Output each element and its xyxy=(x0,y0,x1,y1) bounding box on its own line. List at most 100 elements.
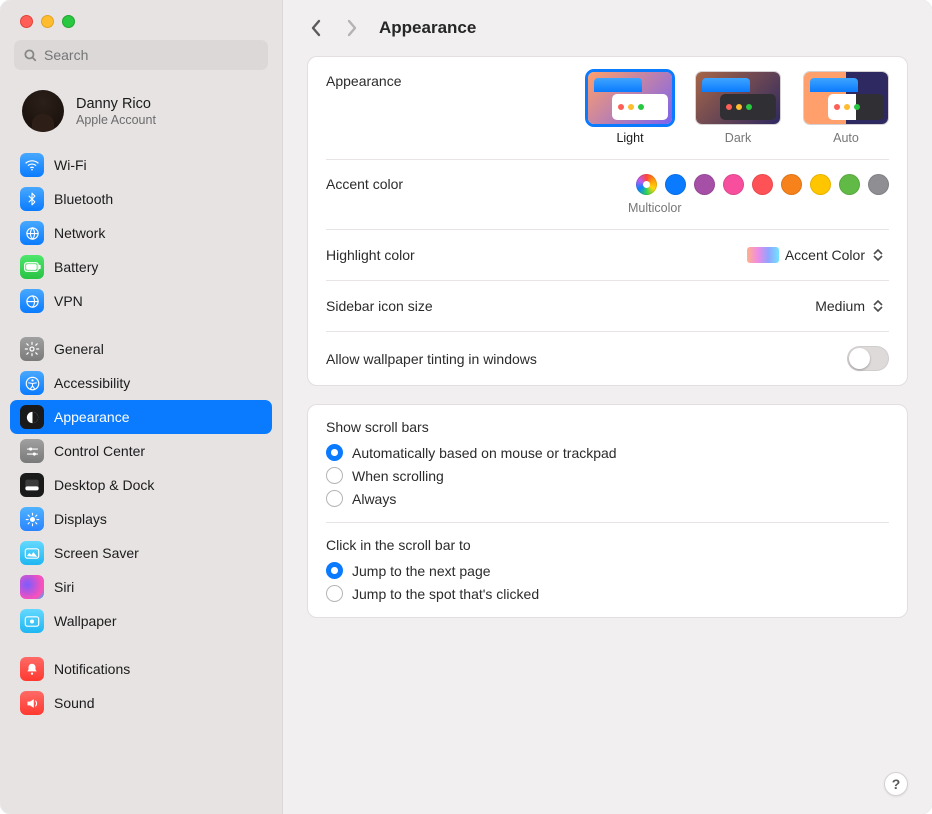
sidebar-item-vpn[interactable]: VPN xyxy=(10,284,272,318)
wallpaper-tint-toggle[interactable] xyxy=(847,346,889,371)
displays-icon xyxy=(20,507,44,531)
sidebar-item-label: Wi-Fi xyxy=(54,157,87,174)
sidebar-item-label: Desktop & Dock xyxy=(54,477,154,494)
appearance-mode-light[interactable]: Light xyxy=(587,71,673,145)
page-title: Appearance xyxy=(379,18,476,38)
account-row[interactable]: Danny Rico Apple Account xyxy=(0,80,282,148)
appearance-thumb-auto xyxy=(803,71,889,125)
siri-icon xyxy=(20,575,44,599)
screen-saver-icon xyxy=(20,541,44,565)
radio-label: When scrolling xyxy=(352,468,444,484)
accent-color-green[interactable] xyxy=(839,174,860,195)
bluetooth-icon xyxy=(20,187,44,211)
content: Appearance Appearance Light Dark Auto Acce… xyxy=(283,0,932,814)
accent-color-pink[interactable] xyxy=(723,174,744,195)
fullscreen-button[interactable] xyxy=(62,15,75,28)
appearance-mode-label: Light xyxy=(616,131,643,145)
sidebar-item-control-center[interactable]: Control Center xyxy=(10,434,272,468)
search-input[interactable] xyxy=(14,40,268,70)
radio-icon xyxy=(326,444,343,461)
sidebar-item-general[interactable]: General xyxy=(10,332,272,366)
account-sub: Apple Account xyxy=(76,113,156,127)
chevrons-icon xyxy=(871,246,885,264)
scroll-card: Show scroll bars Automatically based on … xyxy=(307,404,908,618)
appearance-mode-label: Auto xyxy=(833,131,859,145)
help-button[interactable]: ? xyxy=(884,772,908,796)
sidebar-item-label: Control Center xyxy=(54,443,145,460)
highlight-swatch-icon xyxy=(747,247,779,263)
sidebar-item-label: Notifications xyxy=(54,661,130,678)
sidebar-size-label: Sidebar icon size xyxy=(326,298,433,314)
toggle-knob xyxy=(849,348,870,369)
chevrons-icon xyxy=(871,297,885,315)
click-scroll-option-1[interactable]: Jump to the spot that's clicked xyxy=(326,582,889,605)
highlight-color-select[interactable]: Accent Color xyxy=(741,244,889,266)
wifi-icon xyxy=(20,153,44,177)
main-panel: Appearance Light Dark Auto Accent color Mu… xyxy=(283,56,932,814)
vpn-icon xyxy=(20,289,44,313)
appearance-mode-auto[interactable]: Auto xyxy=(803,71,889,145)
appearance-label: Appearance xyxy=(326,71,402,89)
accent-color-red[interactable] xyxy=(752,174,773,195)
accent-color-yellow[interactable] xyxy=(810,174,831,195)
account-name: Danny Rico xyxy=(76,96,156,112)
show-scroll-title: Show scroll bars xyxy=(326,405,889,441)
accent-color-purple[interactable] xyxy=(694,174,715,195)
accent-color-blue[interactable] xyxy=(665,174,686,195)
wallpaper-icon xyxy=(20,609,44,633)
click-scroll-option-0[interactable]: Jump to the next page xyxy=(326,559,889,582)
radio-icon xyxy=(326,467,343,484)
minimize-button[interactable] xyxy=(41,15,54,28)
general-icon xyxy=(20,337,44,361)
desktop-dock-icon xyxy=(20,473,44,497)
sidebar-item-label: Battery xyxy=(54,259,98,276)
sidebar-item-bluetooth[interactable]: Bluetooth xyxy=(10,182,272,216)
back-button[interactable] xyxy=(307,17,325,39)
sidebar-item-siri[interactable]: Siri xyxy=(10,570,272,604)
accent-color-multicolor[interactable] xyxy=(636,174,657,195)
sidebar-item-desktop-dock[interactable]: Desktop & Dock xyxy=(10,468,272,502)
close-button[interactable] xyxy=(20,15,33,28)
accent-color-name: Multicolor xyxy=(628,201,682,215)
show-scroll-option-2[interactable]: Always xyxy=(326,487,889,510)
sidebar-item-sound[interactable]: Sound xyxy=(10,686,272,720)
forward-button[interactable] xyxy=(343,17,361,39)
sidebar-item-displays[interactable]: Displays xyxy=(10,502,272,536)
accent-color-graphite[interactable] xyxy=(868,174,889,195)
sidebar-item-notifications[interactable]: Notifications xyxy=(10,652,272,686)
accessibility-icon xyxy=(20,371,44,395)
appearance-card: Appearance Light Dark Auto Accent color Mu… xyxy=(307,56,908,386)
appearance-modes: Light Dark Auto xyxy=(587,71,889,145)
settings-window: Danny Rico Apple Account Wi-FiBluetoothN… xyxy=(0,0,932,814)
accent-color-row xyxy=(636,174,889,195)
appearance-mode-dark[interactable]: Dark xyxy=(695,71,781,145)
click-scroll-title: Click in the scroll bar to xyxy=(326,523,889,559)
sidebar-item-wifi[interactable]: Wi-Fi xyxy=(10,148,272,182)
show-scroll-option-0[interactable]: Automatically based on mouse or trackpad xyxy=(326,441,889,464)
sidebar-size-select[interactable]: Medium xyxy=(809,295,889,317)
sidebar-item-accessibility[interactable]: Accessibility xyxy=(10,366,272,400)
sidebar-item-wallpaper[interactable]: Wallpaper xyxy=(10,604,272,638)
sidebar-item-label: VPN xyxy=(54,293,83,310)
radio-label: Always xyxy=(352,491,396,507)
sidebar-item-screen-saver[interactable]: Screen Saver xyxy=(10,536,272,570)
show-scroll-option-1[interactable]: When scrolling xyxy=(326,464,889,487)
radio-label: Jump to the spot that's clicked xyxy=(352,586,539,602)
accent-color-label: Accent color xyxy=(326,174,403,192)
sidebar-item-label: Appearance xyxy=(54,409,130,426)
appearance-mode-label: Dark xyxy=(725,131,751,145)
sidebar-nav: Wi-Fi BluetoothNetwork Battery VPN General Ac… xyxy=(0,148,282,814)
sidebar-item-appearance[interactable]: Appearance xyxy=(10,400,272,434)
sidebar-item-battery[interactable]: Battery xyxy=(10,250,272,284)
sidebar-item-label: General xyxy=(54,341,104,358)
appearance-thumb-dark xyxy=(695,71,781,125)
accent-color-orange[interactable] xyxy=(781,174,802,195)
wallpaper-tint-label: Allow wallpaper tinting in windows xyxy=(326,351,537,367)
sidebar-item-label: Siri xyxy=(54,579,74,596)
battery-icon xyxy=(20,255,44,279)
sidebar-item-network[interactable]: Network xyxy=(10,216,272,250)
sidebar-item-label: Displays xyxy=(54,511,107,528)
highlight-color-value: Accent Color xyxy=(785,247,865,263)
control-center-icon xyxy=(20,439,44,463)
radio-label: Automatically based on mouse or trackpad xyxy=(352,445,617,461)
